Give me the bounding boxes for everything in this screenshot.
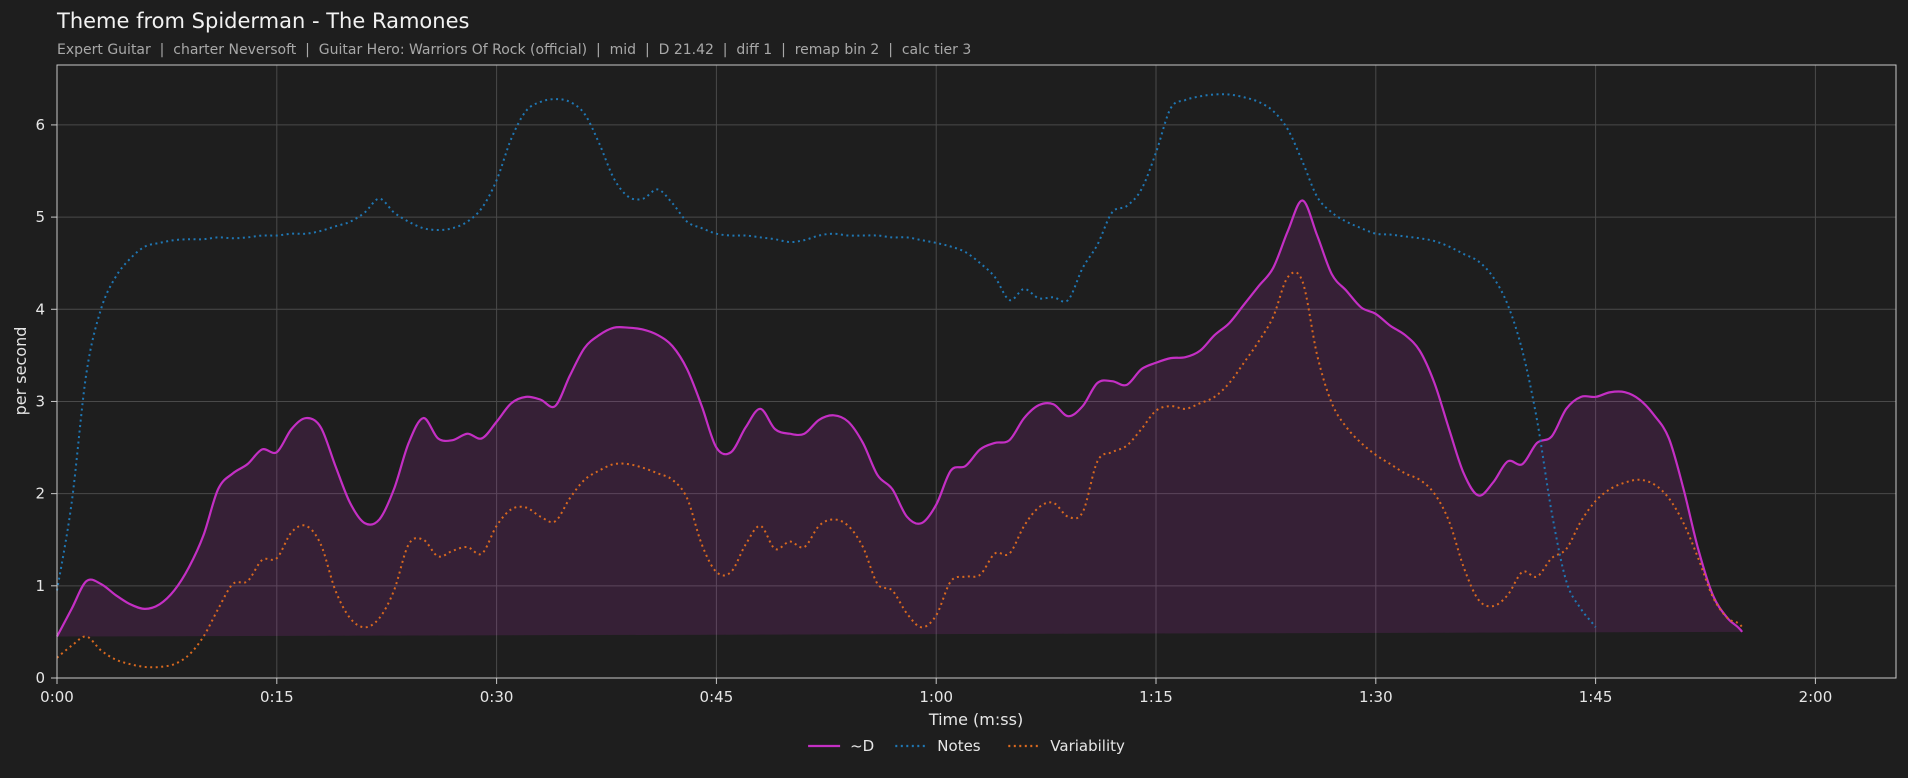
y-tick-label: 3: [35, 392, 45, 410]
y-tick-label: 5: [35, 208, 45, 226]
x-tick-label: 1:00: [919, 688, 953, 706]
x-tick-label: 1:15: [1139, 688, 1173, 706]
y-tick-label: 4: [35, 300, 45, 318]
y-tick-label: 6: [35, 116, 45, 134]
x-axis-ticks: 0:00 0:15 0:30 0:45 1:00 1:15 1:30 1:45 2:00: [40, 678, 1832, 706]
y-tick-label: 2: [35, 485, 45, 503]
legend-item-d: ~D: [808, 737, 874, 755]
y-axis-ticks: 0 1 2 3 4 5 6: [35, 116, 57, 687]
x-tick-label: 0:15: [260, 688, 294, 706]
legend-item-notes: Notes: [895, 737, 981, 755]
legend-label: Notes: [937, 737, 981, 755]
y-tick-label: 1: [35, 577, 45, 595]
legend-label: ~D: [850, 737, 874, 755]
legend-item-variability: Variability: [1008, 737, 1125, 755]
chart-svg: Theme from Spiderman - The Ramones Exper…: [11, 9, 1897, 755]
x-tick-label: 0:30: [480, 688, 514, 706]
chart-title: Theme from Spiderman - The Ramones: [56, 9, 469, 33]
y-tick-label: 0: [35, 669, 45, 687]
x-tick-label: 1:30: [1359, 688, 1393, 706]
legend: ~D Notes Variability: [808, 737, 1125, 755]
x-tick-label: 0:00: [40, 688, 74, 706]
legend-label: Variability: [1050, 737, 1125, 755]
y-axis-label: per second: [11, 327, 30, 416]
x-tick-label: 2:00: [1799, 688, 1833, 706]
x-tick-label: 1:45: [1579, 688, 1613, 706]
x-tick-label: 0:45: [700, 688, 734, 706]
x-axis-label: Time (m:ss): [928, 710, 1023, 729]
chart-container: Theme from Spiderman - The Ramones Exper…: [0, 0, 1908, 774]
chart-subtitle: Expert Guitar | charter Neversoft | Guit…: [57, 42, 971, 58]
